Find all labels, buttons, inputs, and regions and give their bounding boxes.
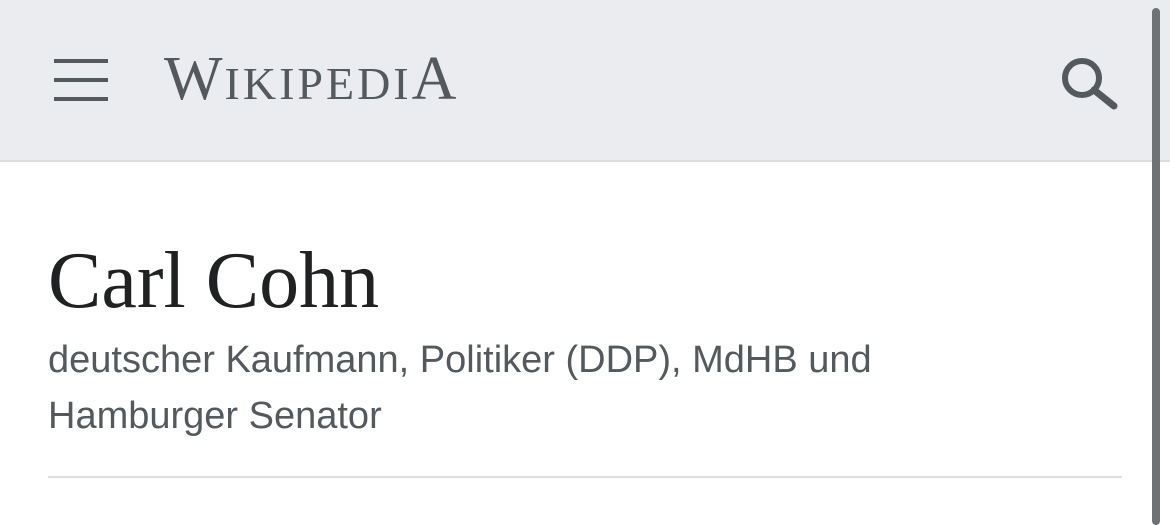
hamburger-menu-icon: [54, 59, 108, 101]
search-button[interactable]: [1052, 48, 1124, 120]
divider: [48, 476, 1122, 478]
scrollbar[interactable]: [1152, 8, 1160, 525]
page-title: Carl Cohn: [48, 237, 380, 325]
page-description: deutscher Kaufmann, Politiker (DDP), MdH…: [48, 339, 872, 437]
header-bar: WIKIPEDIA: [0, 0, 1170, 162]
wikipedia-logo[interactable]: WIKIPEDIA: [164, 44, 458, 114]
search-icon: [1062, 58, 1118, 110]
menu-button[interactable]: [44, 48, 116, 114]
page: WIKIPEDIA Carl Cohn deutscher Kaufmann, …: [0, 0, 1170, 525]
